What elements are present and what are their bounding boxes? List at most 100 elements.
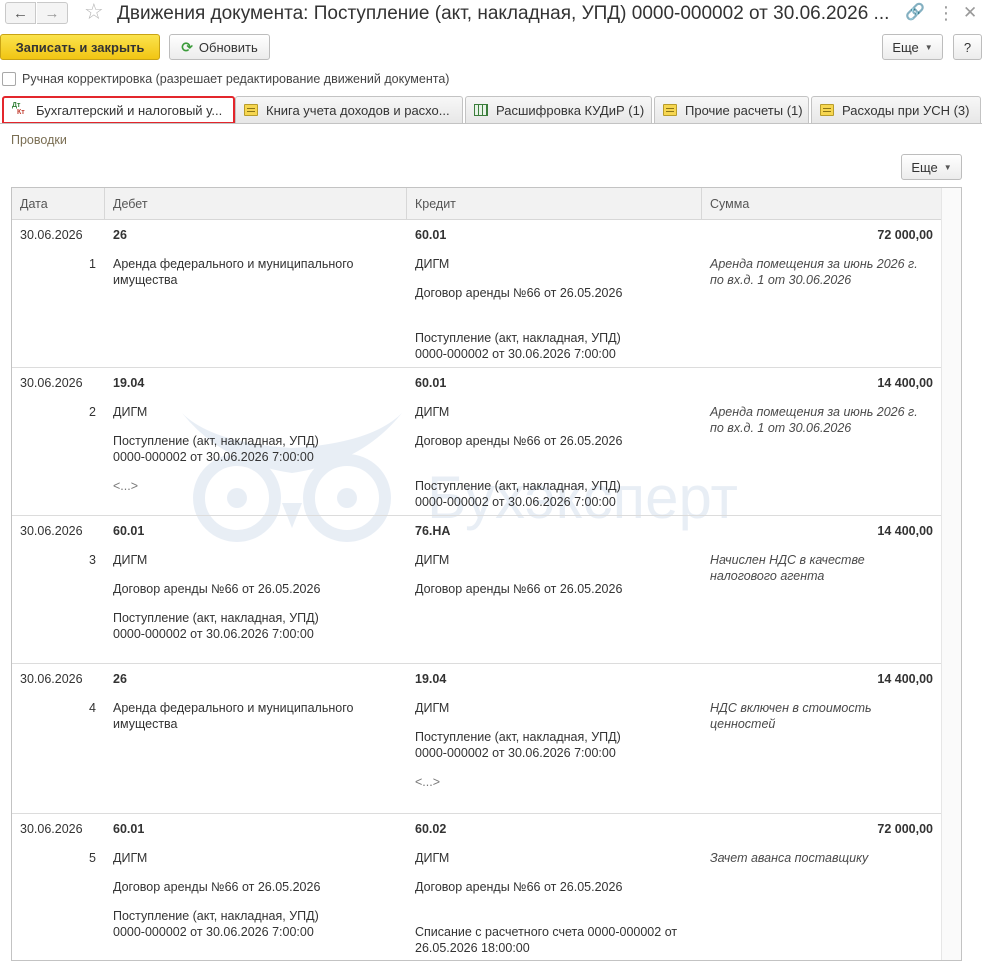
column-header-debit[interactable]: Дебет [105,188,407,220]
debit-cell[interactable]: 19.04 ДИГМ Поступление (акт, накладная, УП… [105,368,407,515]
tab-bar: Дт Кт Бухгалтерский и налоговый у... Книг… [0,96,982,124]
manual-correction-row[interactable]: Ручная корректировка (разрешает редактир… [2,70,449,88]
credit-subconto: ДИГМ [415,405,450,419]
date-cell[interactable]: 30.06.2026 5 [12,814,104,960]
credit-account: 60.01 [415,228,447,242]
dt-kt-icon: Дт Кт [12,102,25,116]
more-menu-button[interactable]: Еще ▼ [882,34,943,60]
refresh-icon: ⟳ [181,38,193,55]
entry-amount: 72 000,00 [877,822,933,836]
favorite-star-icon[interactable]: ☆ [84,1,104,23]
forward-button[interactable]: → [37,2,68,24]
entry-amount: 72 000,00 [877,228,933,242]
entry-date: 30.06.2026 [20,822,83,836]
credit-subconto: Поступление (акт, накладная, УПД) 0000-0… [415,730,621,760]
credit-subconto: Договор аренды №66 от 26.05.2026 [415,434,623,448]
credit-cell[interactable]: 60.02 ДИГМ Договор аренды №66 от 26.05.202… [407,814,702,960]
manual-correction-label: Ручная корректировка (разрешает редактир… [22,72,450,86]
manual-correction-checkbox[interactable] [2,72,16,86]
amount-cell[interactable]: 14 400,00 Начислен НДС в качестве налогов… [702,516,941,663]
refresh-label: Обновить [198,39,258,55]
tab-usn-expenses[interactable]: Расходы при УСН (3) [811,96,981,123]
table-row[interactable]: 30.06.2026 5 60.01 ДИГМ Договор аренды №66 о… [12,814,941,960]
tab-other-settlements[interactable]: Прочие расчеты (1) [654,96,809,123]
amount-cell[interactable]: 72 000,00 Зачет аванса поставщику [702,814,941,960]
credit-cell[interactable]: 60.01 ДИГМ Договор аренды №66 от 26.05.202… [407,368,702,515]
entry-description: Зачет аванса поставщику [710,851,869,865]
credit-subconto: ДИГМ [415,553,450,567]
amount-cell[interactable]: 14 400,00 НДС включен в стоимость ценност… [702,664,941,813]
debit-cell[interactable]: 60.01 ДИГМ Договор аренды №66 от 26.05.202… [105,516,407,663]
entry-number: 2 [89,405,96,419]
tab-label: Расходы при УСН (3) [842,102,970,118]
register-icon [244,104,258,116]
date-cell[interactable]: 30.06.2026 3 [12,516,104,663]
debit-subconto: Договор аренды №66 от 26.05.2026 [113,880,321,894]
entry-number: 3 [89,553,96,567]
credit-subconto: Договор аренды №66 от 26.05.2026 [415,582,623,596]
date-cell[interactable]: 30.06.2026 4 [12,664,104,813]
credit-subconto: Поступление (акт, накладная, УПД) 0000-0… [415,331,621,361]
amount-cell[interactable]: 72 000,00 Аренда помещения за июнь 2026 г… [702,220,941,367]
tab-kudir[interactable]: Книга учета доходов и расхо... [235,96,463,123]
refresh-button[interactable]: ⟳ Обновить [169,34,270,60]
credit-cell[interactable]: 60.01 ДИГМ Договор аренды №66 от 26.05.202… [407,220,702,367]
debit-subconto: ДИГМ [113,851,148,865]
debit-account: 60.01 [113,822,145,836]
table-row[interactable]: 30.06.2026 1 26 Аренда федерального и муниц… [12,220,941,368]
close-icon[interactable]: ✕ [963,3,977,23]
credit-account: 60.02 [415,822,447,836]
table-row[interactable]: 30.06.2026 4 26 Аренда федерального и муниц… [12,664,941,814]
debit-subconto: Договор аренды №66 от 26.05.2026 [113,582,321,596]
window-title: Движения документа: Поступление (акт, на… [117,3,890,24]
grid-more-button[interactable]: Еще ▼ [901,154,962,180]
tab-accounting[interactable]: Дт Кт Бухгалтерский и налоговый у... [2,96,235,124]
table-row[interactable]: 30.06.2026 3 60.01 ДИГМ Договор аренды №66 о… [12,516,941,664]
debit-cell[interactable]: 26 Аренда федерального и муниципального и… [105,220,407,367]
chevron-down-icon: ▼ [943,162,952,172]
credit-subconto: Договор аренды №66 от 26.05.2026 [415,286,623,300]
column-header-credit[interactable]: Кредит [407,188,702,220]
entries-table[interactable]: Дата Дебет Кредит Сумма Бухэксперт 30.06… [11,187,962,961]
column-header-amount[interactable]: Сумма [702,188,941,220]
help-label: ? [963,39,972,55]
amount-cell[interactable]: 14 400,00 Аренда помещения за июнь 2026 г… [702,368,941,515]
entry-date: 30.06.2026 [20,524,83,538]
credit-subconto: Договор аренды №66 от 26.05.2026 [415,880,623,894]
entry-amount: 14 400,00 [877,524,933,538]
tab-kudir-details[interactable]: Расшифровка КУДиР (1) [465,96,652,123]
credit-subconto: ДИГМ [415,851,450,865]
table-row[interactable]: 30.06.2026 2 19.04 ДИГМ Поступление (акт, на… [12,368,941,516]
debit-subconto: Аренда федерального и муниципального иму… [113,257,354,287]
credit-subconto: Списание с расчетного счета 0000-000002 … [415,925,678,955]
help-button[interactable]: ? [953,34,982,60]
credit-cell[interactable]: 19.04 ДИГМ Поступление (акт, накладная, УП… [407,664,702,813]
more-label: Еще [911,159,938,175]
debit-subconto: Аренда федерального и муниципального иму… [113,701,354,731]
date-cell[interactable]: 30.06.2026 2 [12,368,104,515]
debit-cell[interactable]: 26 Аренда федерального и муниципального и… [105,664,407,813]
table-header: Дата Дебет Кредит Сумма [12,188,961,220]
title-bar: ← → ☆ Движения документа: Поступление (а… [0,0,982,28]
debit-cell[interactable]: 60.01 ДИГМ Договор аренды №66 от 26.05.202… [105,814,407,960]
register-icon [663,104,677,116]
more-dots-icon[interactable]: ⋮ [937,3,956,23]
debit-account: 26 [113,672,127,686]
debit-subconto: ДИГМ [113,553,148,567]
date-cell[interactable]: 30.06.2026 1 [12,220,104,367]
credit-account: 19.04 [415,672,447,686]
credit-cell[interactable]: 76.НА ДИГМ Договор аренды №66 от 26.05.202… [407,516,702,663]
section-title: Проводки [11,133,67,147]
more-label: Еще [892,39,919,55]
vertical-scrollbar[interactable] [941,188,961,960]
chevron-down-icon: ▼ [924,42,933,52]
back-button[interactable]: ← [5,2,36,24]
save-and-close-button[interactable]: Записать и закрыть [0,34,160,60]
column-header-date[interactable]: Дата [12,188,105,220]
tab-label: Книга учета доходов и расхо... [266,102,450,118]
tab-label: Расшифровка КУДиР (1) [496,102,645,118]
debit-account: 19.04 [113,376,145,390]
entry-date: 30.06.2026 [20,228,83,242]
link-icon[interactable]: 🔗 [905,3,925,23]
credit-subconto: ДИГМ [415,257,450,271]
